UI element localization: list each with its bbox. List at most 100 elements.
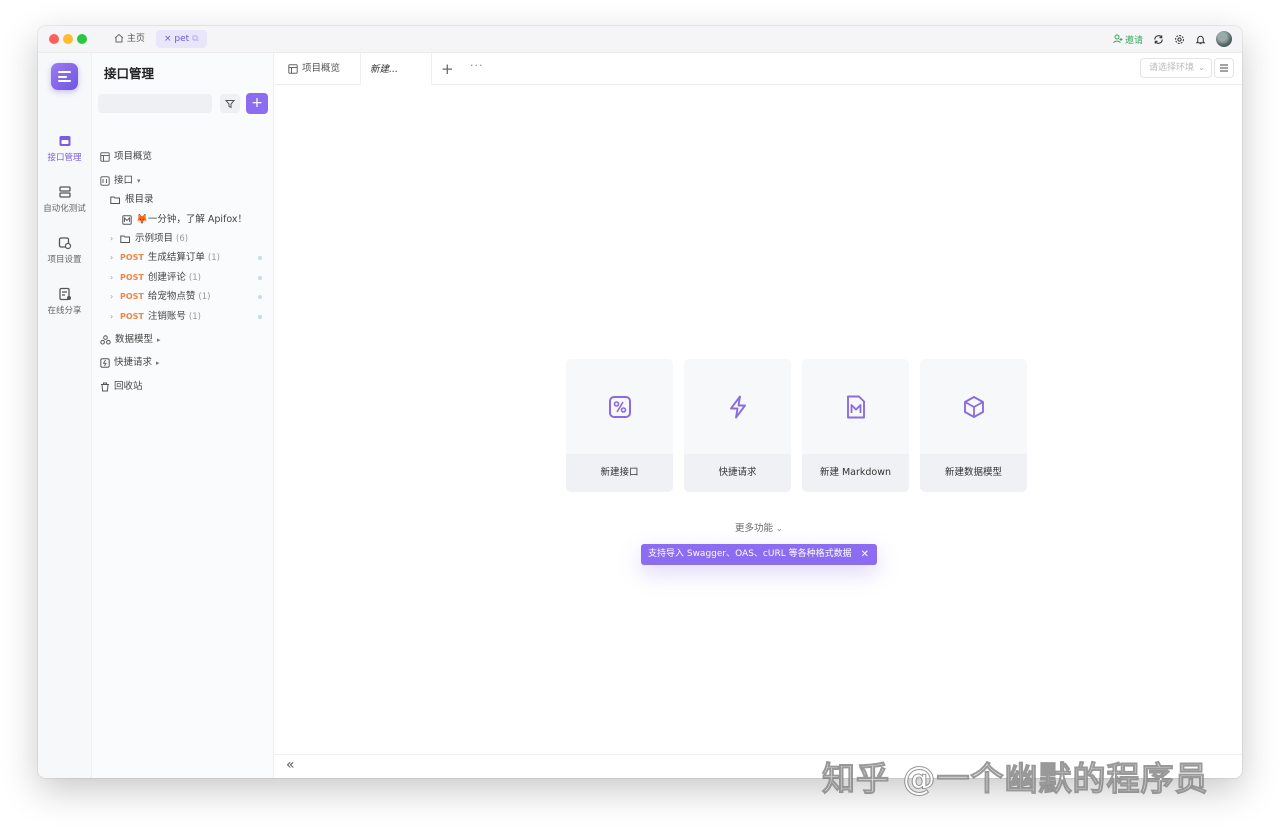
tab-bar: 项目概览 新建... + ··· 请选择环境 ⌄	[274, 53, 1242, 85]
tree-item-post-2[interactable]: › POST 给宠物点赞 (1)	[110, 289, 210, 305]
rail-item-label: 接口管理	[47, 153, 82, 163]
collapse-sidebar-icon[interactable]: «	[286, 757, 295, 773]
tab-label: 项目概览	[302, 63, 341, 74]
tree-item-interfaces[interactable]: 接口 ▾	[100, 173, 141, 189]
quick-request-card[interactable]: 快捷请求	[684, 359, 791, 492]
user-avatar[interactable]	[1216, 31, 1232, 47]
api-icon	[100, 176, 110, 186]
tree-item-label: 创建评论	[147, 272, 186, 283]
sidebar-title: 接口管理	[104, 66, 155, 81]
card-label: 新建接口	[566, 454, 673, 492]
gear-icon[interactable]	[1174, 34, 1185, 45]
tree-item-label: 生成结算订单	[147, 252, 205, 263]
add-tab-button[interactable]: +	[441, 60, 454, 78]
tree-item-intro-doc[interactable]: 🦊一分钟，了解 Apifox！	[122, 212, 247, 228]
caret-right-icon: ▸	[157, 336, 161, 344]
sidebar: 接口管理 + 项目概览 接口 ▾ 根目录 🦊一分钟，了解 Apifox！ › 示…	[92, 53, 274, 778]
tree-item-post-3[interactable]: › POST 注销账号 (1)	[110, 309, 201, 325]
rail-item-api-management[interactable]: 接口管理	[38, 134, 91, 163]
chevron-right-icon[interactable]: ›	[110, 270, 116, 286]
tab-overview[interactable]: 项目概览	[288, 53, 340, 84]
status-dot	[258, 315, 262, 319]
filter-button[interactable]	[220, 94, 240, 113]
more-tabs-icon[interactable]: ···	[470, 59, 484, 72]
tree-item-post-0[interactable]: › POST 生成结算订单 (1)	[110, 250, 220, 266]
quick-request-icon	[100, 358, 110, 368]
home-tab[interactable]: 主页	[108, 30, 151, 48]
project-tab[interactable]: × pet ⧉	[156, 30, 207, 48]
status-dot	[258, 256, 262, 260]
tab-new[interactable]: 新建...	[360, 53, 432, 85]
minimize-window-button[interactable]	[63, 34, 73, 44]
new-api-card[interactable]: 新建接口	[566, 359, 673, 492]
tree-item-post-1[interactable]: › POST 创建评论 (1)	[110, 270, 201, 286]
close-icon[interactable]: ×	[164, 34, 172, 44]
invite-label: 邀请	[1124, 35, 1143, 46]
external-icon: ⧉	[192, 34, 199, 44]
user-plus-icon	[1113, 34, 1123, 44]
environment-placeholder: 请选择环境	[1149, 63, 1195, 73]
app-logo	[51, 63, 78, 90]
app-window: 主页 × pet ⧉ 邀请 接口管理 自动化测试 项目设置 在线分享 接口管理 …	[38, 26, 1242, 778]
tab-label: 新建...	[370, 63, 399, 75]
api-folder-icon	[59, 136, 70, 146]
chevron-right-icon[interactable]: ›	[110, 309, 116, 325]
rail-item-label: 在线分享	[47, 306, 82, 316]
tree-item-label: 给宠物点赞	[147, 291, 196, 302]
new-data-model-card[interactable]: 新建数据模型	[920, 359, 1027, 492]
new-markdown-card[interactable]: 新建 Markdown	[802, 359, 909, 492]
tip-text: 支持导入 Swagger、OAS、cURL 等各种格式数据	[648, 549, 852, 559]
tree-item-recycle-bin[interactable]: 回收站	[100, 379, 143, 395]
overview-icon	[288, 63, 298, 74]
chevron-right-icon[interactable]: ›	[110, 250, 116, 266]
status-dot	[258, 295, 262, 299]
markdown-doc-icon	[122, 215, 132, 225]
data-model-icon	[100, 335, 111, 345]
tree-item-example-folder[interactable]: › 示例项目 (6)	[110, 231, 188, 247]
chevron-down-icon: ⌄	[1198, 63, 1205, 72]
chevron-down-icon: ▾	[137, 177, 141, 185]
http-method-badge: POST	[120, 292, 144, 301]
lightning-icon	[730, 395, 746, 419]
bell-icon[interactable]	[1195, 34, 1206, 45]
status-dot	[258, 276, 262, 280]
tree-item-data-models[interactable]: 数据模型 ▸	[100, 332, 161, 348]
rail-item-project-settings[interactable]: 项目设置	[38, 236, 91, 265]
tree-item-label: 回收站	[114, 381, 143, 392]
sidebar-search-input[interactable]	[98, 94, 212, 113]
rail-item-online-share[interactable]: 在线分享	[38, 287, 91, 316]
chevron-down-icon: ⌄	[776, 524, 783, 533]
maximize-window-button[interactable]	[77, 34, 87, 44]
chevron-right-icon[interactable]: ›	[110, 231, 116, 247]
tree-item-root-dir[interactable]: 根目录	[110, 192, 154, 208]
hamburger-icon	[1220, 64, 1228, 72]
filter-icon	[225, 99, 235, 108]
tree-item-overview[interactable]: 项目概览	[100, 149, 152, 165]
environment-select[interactable]: 请选择环境 ⌄	[1140, 58, 1212, 78]
card-label: 快捷请求	[684, 454, 791, 492]
home-icon	[114, 33, 124, 43]
tree-item-quick-requests[interactable]: 快捷请求 ▸	[100, 355, 160, 371]
tree-item-label: 示例项目	[135, 233, 174, 244]
import-tip-banner: 支持导入 Swagger、OAS、cURL 等各种格式数据 ✕	[641, 544, 877, 565]
tree-item-label: 注销账号	[147, 311, 186, 322]
invite-button[interactable]: 邀请	[1113, 33, 1143, 46]
sync-icon[interactable]	[1153, 34, 1164, 45]
more-functions-toggle[interactable]: 更多功能 ⌄	[735, 520, 783, 534]
add-button[interactable]: +	[246, 93, 268, 114]
tree-item-count: (1)	[207, 253, 220, 263]
home-tab-label: 主页	[126, 34, 145, 44]
card-label: 新建 Markdown	[802, 454, 909, 492]
tree-item-count: (1)	[198, 292, 211, 302]
chevron-right-icon[interactable]: ›	[110, 289, 116, 305]
rail-item-automation-test[interactable]: 自动化测试	[38, 185, 91, 214]
close-icon[interactable]: ✕	[861, 544, 869, 565]
menu-button[interactable]	[1214, 58, 1234, 78]
project-tab-label: pet	[174, 34, 190, 44]
tree-item-label: 🦊一分钟，了解 Apifox！	[136, 214, 248, 225]
watermark-text: 知乎 @一个幽默的程序员	[822, 759, 1209, 799]
overview-icon	[100, 152, 110, 162]
caret-right-icon: ▸	[156, 359, 160, 367]
close-window-button[interactable]	[49, 34, 59, 44]
tree-item-count: (6)	[176, 234, 189, 244]
